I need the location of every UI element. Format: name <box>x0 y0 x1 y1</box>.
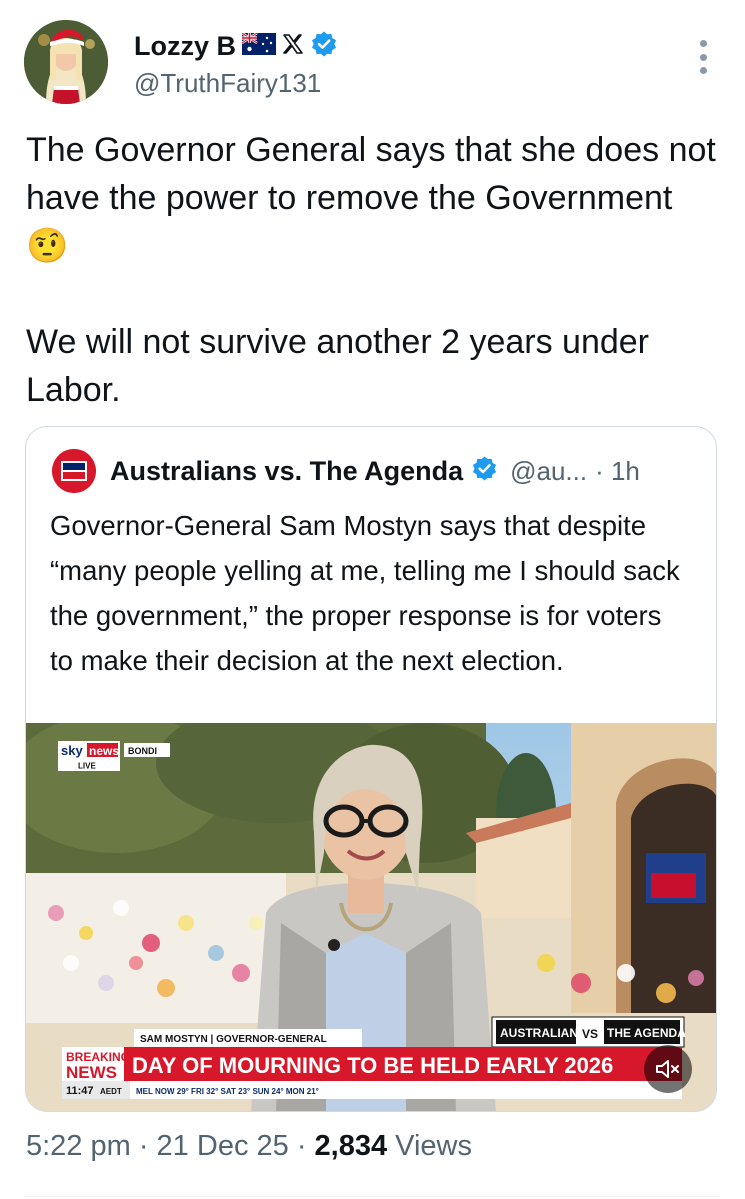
live-label: LIVE <box>78 762 96 771</box>
quoted-video-media[interactable]: sky news BONDI LIVE SAM MOSTYN | GOVERNO… <box>26 723 716 1111</box>
quoted-time[interactable]: · 1h <box>595 456 640 487</box>
author-handle[interactable]: @TruthFairy131 <box>134 68 321 99</box>
quoted-tweet-text: Governor-General Sam Mostyn says that de… <box>50 510 680 676</box>
views-count: 2,834 <box>314 1130 388 1162</box>
location-label: BONDI <box>128 746 157 756</box>
more-dot <box>699 53 707 61</box>
more-options-icon[interactable] <box>693 40 713 74</box>
name-strap: SAM MOSTYN | GOVERNOR-GENERAL <box>140 1034 327 1045</box>
speaker-muted-icon[interactable] <box>644 1045 692 1093</box>
verified-badge-icon[interactable] <box>310 30 338 63</box>
breaking-label: BREAKING <box>66 1050 130 1064</box>
weather-ticker: MEL NOW 29° FRI 32° SAT 23° SUN 24° MON … <box>136 1087 319 1096</box>
quoted-display-name[interactable]: Australians vs. The Agenda <box>110 456 463 487</box>
tweet-timestamp[interactable]: 5:22 pm · 21 Dec 25 · <box>26 1130 315 1162</box>
brand-left: AUSTRALIANS <box>500 1026 586 1040</box>
sky-logo-text: sky <box>61 743 83 758</box>
clock-zone: AEDT <box>100 1087 122 1096</box>
quoted-author-avatar[interactable] <box>52 449 96 493</box>
clock-time: 11:47 <box>66 1085 94 1097</box>
quoted-tweet-header: Australians vs. The Agenda @au... · 1h <box>52 449 640 493</box>
news-video-frame: sky news BONDI LIVE SAM MOSTYN | GOVERNO… <box>26 723 716 1111</box>
quoted-handle[interactable]: @au... <box>510 456 587 487</box>
quoted-tweet-card[interactable]: Australians vs. The Agenda @au... · 1h G… <box>25 426 717 1112</box>
tweet-meta: 5:22 pm · 21 Dec 25 · 2,834 Views <box>26 1130 472 1163</box>
brand-right: THE AGENDA <box>607 1026 686 1040</box>
author-display-name[interactable]: Lozzy B <box>134 31 236 62</box>
author-name-row: Lozzy B <box>134 28 338 64</box>
brand-vs: VS <box>582 1027 598 1041</box>
australian-flag-icon <box>241 31 277 60</box>
x-logo-icon <box>282 33 304 60</box>
tweet-text: The Governor General says that she does … <box>26 131 716 409</box>
news-label: NEWS <box>66 1063 117 1082</box>
more-dot <box>699 67 707 74</box>
news-logo-text: news <box>89 744 119 758</box>
headline-text: DAY OF MOURNING TO BE HELD EARLY 2026 <box>132 1053 613 1078</box>
author-avatar[interactable] <box>24 20 108 104</box>
verified-badge-icon[interactable] <box>471 455 498 487</box>
more-dot <box>699 40 707 47</box>
views-label: Views <box>387 1130 472 1162</box>
divider <box>25 1196 720 1197</box>
